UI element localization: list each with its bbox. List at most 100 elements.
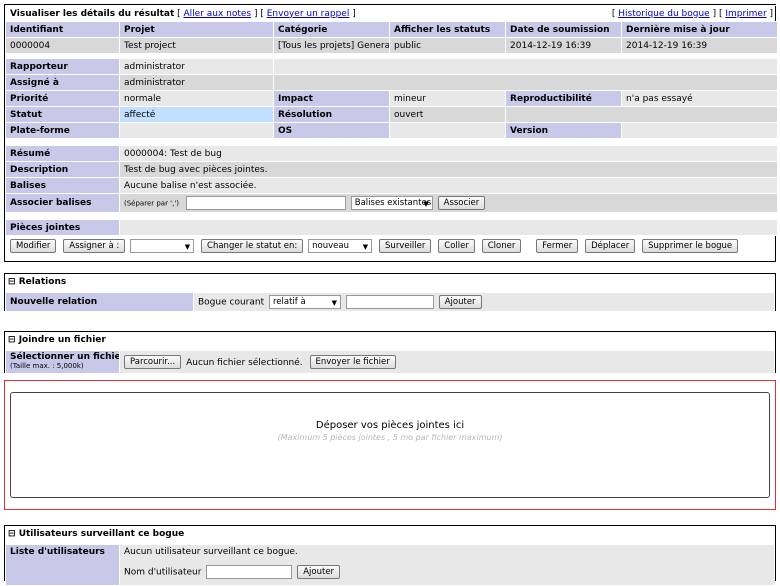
priority-row: Priorité normale Impact mineur Reproduct… (5, 90, 779, 107)
attachments-value (118, 219, 779, 236)
select-file-cell: Sélectionner un fichier (Taille max. : 5… (5, 350, 120, 374)
collapse-icon[interactable]: ⊟ (8, 529, 16, 539)
assigned-label: Assigné à (5, 74, 120, 91)
existing-tags-select[interactable]: Balises existantes ▼ (350, 196, 433, 210)
issue-view-status: public (388, 37, 507, 54)
attachments-row: Pièces jointes (5, 219, 779, 236)
add-monitor-button[interactable]: Ajouter (297, 565, 341, 579)
resolution-label: Résolution (273, 106, 390, 123)
related-bug-input[interactable] (345, 295, 434, 309)
assign-to-select[interactable]: ▼ (130, 239, 195, 253)
username-label: Nom d'utilisateur (124, 567, 202, 578)
reporter-row: Rapporteur administrator (5, 58, 779, 75)
clone-button[interactable]: Cloner (481, 239, 522, 253)
summary-value: 0000004: Test de bug (118, 145, 779, 162)
description-label: Description (5, 161, 120, 178)
print-link[interactable]: Imprimer (725, 9, 766, 19)
issue-details-panel: Visualiser les détails du résultat [ All… (4, 4, 779, 262)
platform-row: Plate-forme OS Version (5, 122, 779, 139)
username-input[interactable] (206, 565, 293, 579)
empty-cell (272, 74, 779, 91)
spacer (4, 212, 779, 220)
current-bug-label: Bogue courant (198, 297, 265, 308)
col-view-status: Afficher les statuts (388, 21, 507, 38)
summary-label: Résumé (5, 145, 120, 162)
relation-type-select[interactable]: relatif à ▼ (268, 295, 341, 309)
select-file-row: Sélectionner un fichier (Taille max. : 5… (5, 350, 775, 374)
tags-value: Aucune balise n'est associée. (118, 177, 779, 194)
relation-type-value: relatif à (272, 297, 306, 307)
description-value: Test de bug avec pièces jointes. (118, 161, 779, 178)
issue-summary-row: 0000004 Test project [Tous les projets] … (5, 37, 779, 54)
version-label: Version (505, 122, 623, 139)
header-right-cell: [ Historique du bogue ] [ Imprimer ] (505, 5, 779, 22)
upload-table: Sélectionner un fichier (Taille max. : 5… (5, 350, 775, 374)
send-file-button[interactable]: Envoyer le fichier (309, 355, 396, 369)
close-button[interactable]: Fermer (536, 239, 579, 253)
priority-value: normale (119, 90, 274, 107)
collapse-icon[interactable]: ⊟ (8, 335, 16, 345)
chevron-down-icon: ▼ (184, 243, 191, 251)
upload-header[interactable]: ⊟ Joindre un fichier (5, 332, 775, 350)
empty-cell (272, 58, 779, 75)
issue-category: [Tous les projets] General (273, 37, 390, 54)
status-select[interactable]: nouveau ▼ (308, 239, 373, 253)
upload-title: Joindre un fichier (18, 335, 106, 345)
chevron-down-icon: ▼ (423, 200, 429, 208)
add-monitor-form: Nom d'utilisateur Ajouter (124, 565, 770, 579)
dropzone[interactable]: Déposer vos pièces jointes ici (Maximum … (10, 392, 770, 498)
dropzone-hint: (Maximum 5 pièces jointes , 5 mo par fic… (277, 433, 503, 442)
browse-button[interactable]: Parcourir... (124, 355, 182, 369)
tags-row: Balises Aucune balise n'est associée. (5, 177, 779, 194)
relations-panel: ⊟ Relations Nouvelle relation Bogue cour… (4, 273, 776, 312)
tags-input[interactable] (185, 196, 346, 210)
delete-bug-button[interactable]: Supprimer le bogue (642, 239, 739, 253)
col-id: Identifiant (5, 21, 120, 38)
bug-history-link[interactable]: Historique du bogue (618, 9, 709, 19)
assigned-row: Assigné à administrator (5, 74, 779, 91)
associate-button[interactable]: Associer (437, 196, 486, 210)
status-label: Statut (5, 106, 120, 123)
user-list-cell: Aucun utilisateur surveillant ce bogue. … (119, 544, 775, 586)
col-last-update: Dernière mise à jour (621, 21, 779, 38)
new-relation-label: Nouvelle relation (5, 292, 194, 312)
user-list-row: Liste d'utilisateurs Aucun utilisateur s… (5, 544, 775, 586)
assign-to-button[interactable]: Assigner à : (63, 239, 126, 253)
collapse-icon[interactable]: ⊟ (8, 277, 16, 287)
os-label: OS (273, 122, 390, 139)
reporter-value: administrator (119, 58, 274, 75)
issue-project: Test project (119, 37, 274, 54)
new-relation-row: Nouvelle relation Bogue courant relatif … (5, 292, 775, 312)
monitoring-header[interactable]: ⊟ Utilisateurs surveillant ce bogue (5, 526, 775, 544)
tags-label: Balises (5, 177, 120, 194)
select-file-controls: Parcourir... Aucun fichier sélectionné. … (119, 350, 775, 374)
monitor-button[interactable]: Surveiller (379, 239, 432, 253)
select-file-label: Sélectionner un fichier (10, 352, 120, 362)
change-status-button[interactable]: Changer le statut en: (201, 239, 304, 253)
send-reminder-link[interactable]: Envoyer un rappel (267, 9, 350, 19)
add-relation-button[interactable]: Ajouter (438, 295, 482, 309)
upload-panel: ⊟ Joindre un fichier Sélectionner un fic… (4, 331, 776, 374)
reproducibility-label: Reproductibilité (505, 90, 623, 107)
new-relation-controls: Bogue courant relatif à ▼ Ajouter (193, 292, 775, 312)
no-file-label: Aucun fichier sélectionné. (186, 357, 303, 368)
dropzone-text: Déposer vos pièces jointes ici (315, 420, 465, 431)
empty-cell (505, 106, 779, 123)
os-value (388, 122, 507, 139)
stick-button[interactable]: Coller (438, 239, 475, 253)
col-date-submitted: Date de soumission (505, 21, 623, 38)
modify-button[interactable]: Modifier (10, 239, 57, 253)
move-button[interactable]: Déplacer (585, 239, 636, 253)
relations-header[interactable]: ⊟ Relations (5, 274, 775, 292)
no-monitors-text: Aucun utilisateur surveillant ce bogue. (124, 547, 298, 557)
page-title: Visualiser les détails du résultat (10, 8, 175, 19)
priority-label: Priorité (5, 90, 120, 107)
issue-date-submitted: 2014-12-19 16:39 (505, 37, 623, 54)
relations-title: Relations (18, 277, 67, 287)
chevron-down-icon: ▼ (362, 243, 369, 251)
col-category: Catégorie (273, 21, 390, 38)
reproducibility-value: n'a pas essayé (621, 90, 779, 107)
reporter-label: Rapporteur (5, 58, 120, 75)
go-to-notes-link[interactable]: Aller aux notes (183, 9, 251, 19)
impact-label: Impact (273, 90, 390, 107)
